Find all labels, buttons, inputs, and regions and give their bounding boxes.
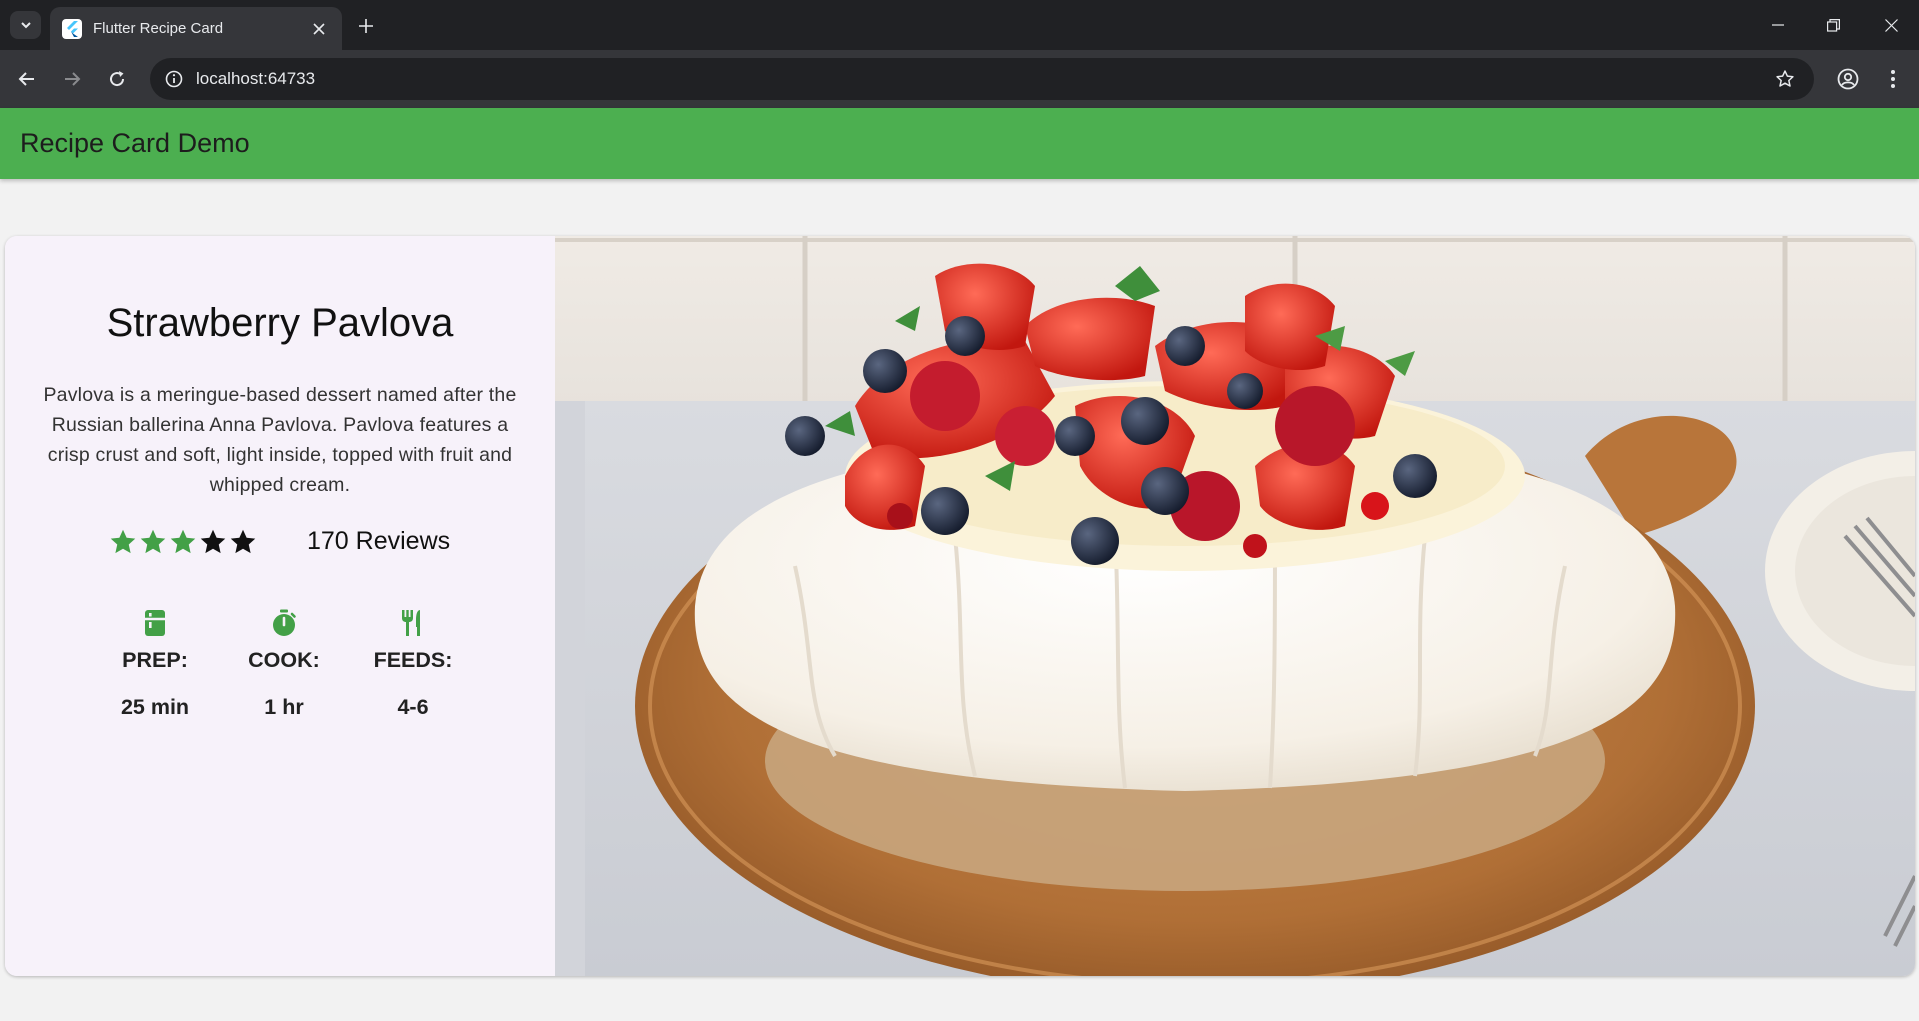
app-title: Recipe Card Demo <box>20 128 250 158</box>
account-icon <box>1837 68 1859 90</box>
tab-search-button[interactable] <box>10 11 41 39</box>
reviews-count: 170 Reviews <box>307 527 451 555</box>
browser-tabstrip: Flutter Recipe Card <box>0 0 1919 50</box>
plus-icon <box>359 19 373 33</box>
stat-label: COOK: <box>248 648 320 672</box>
close-window-button[interactable] <box>1868 11 1914 39</box>
flutter-icon <box>62 18 82 39</box>
menu-button[interactable] <box>1878 64 1908 94</box>
recipe-image <box>555 236 1915 976</box>
forward-button[interactable] <box>57 64 87 94</box>
stat-value: 4-6 <box>397 695 429 719</box>
pavlova-photo <box>555 236 1915 976</box>
timer-icon <box>224 606 344 640</box>
app-bar: Recipe Card Demo <box>0 108 1919 179</box>
restore-button[interactable] <box>1810 11 1856 39</box>
star-filled-icon <box>110 529 136 554</box>
tab-title: Flutter Recipe Card <box>93 20 224 37</box>
stat-value: 25 min <box>120 695 190 719</box>
minimize-icon <box>1772 24 1784 26</box>
arrow-left-icon <box>18 72 34 86</box>
stat-value: 1 hr <box>264 695 304 719</box>
stat-label: FEEDS: <box>373 648 453 672</box>
more-vert-icon <box>1891 70 1895 88</box>
reload-icon <box>110 71 125 87</box>
restore-icon <box>1826 18 1840 32</box>
restaurant-icon <box>353 606 473 640</box>
browser-tab[interactable]: Flutter Recipe Card <box>50 7 342 50</box>
stat-prep: PREP: 25 min <box>95 606 215 720</box>
recipe-card: Strawberry Pavlova Pavlova is a meringue… <box>5 236 1915 976</box>
chevron-down-icon <box>20 22 31 29</box>
profile-button[interactable] <box>1833 64 1863 94</box>
arrow-right-icon <box>65 72 81 86</box>
recipe-title: Strawberry Pavlova <box>106 301 454 345</box>
star-icon <box>200 529 226 554</box>
recipe-info-panel: Strawberry Pavlova Pavlova is a meringue… <box>5 236 555 976</box>
star-filled-icon <box>140 529 166 554</box>
url-text[interactable]: localhost:64733 <box>196 69 1770 89</box>
reload-button[interactable] <box>102 64 132 94</box>
site-info-icon[interactable] <box>162 67 186 91</box>
browser-toolbar: localhost:64733 <box>0 50 1919 108</box>
stat-feeds: FEEDS: 4-6 <box>353 606 473 720</box>
close-tab-icon[interactable] <box>308 18 330 40</box>
bookmark-star-icon[interactable] <box>1770 64 1800 94</box>
star-filled-icon <box>170 529 196 554</box>
new-tab-button[interactable] <box>354 14 378 38</box>
star-icon <box>230 529 256 554</box>
minimize-button[interactable] <box>1755 11 1801 39</box>
rating-row: 170 Reviews <box>5 523 555 559</box>
recipe-description: Pavlova is a meringue-based dessert name… <box>43 384 517 496</box>
app-viewport: Recipe Card Demo Strawberry Pavlova Pavl… <box>0 108 1919 1021</box>
star-rating <box>108 527 258 557</box>
stat-cook: COOK: 1 hr <box>224 606 344 720</box>
back-button[interactable] <box>12 64 42 94</box>
kitchen-icon <box>95 606 215 640</box>
close-icon <box>1884 18 1898 32</box>
stat-label: PREP: <box>122 648 188 672</box>
address-bar[interactable]: localhost:64733 <box>150 58 1814 100</box>
